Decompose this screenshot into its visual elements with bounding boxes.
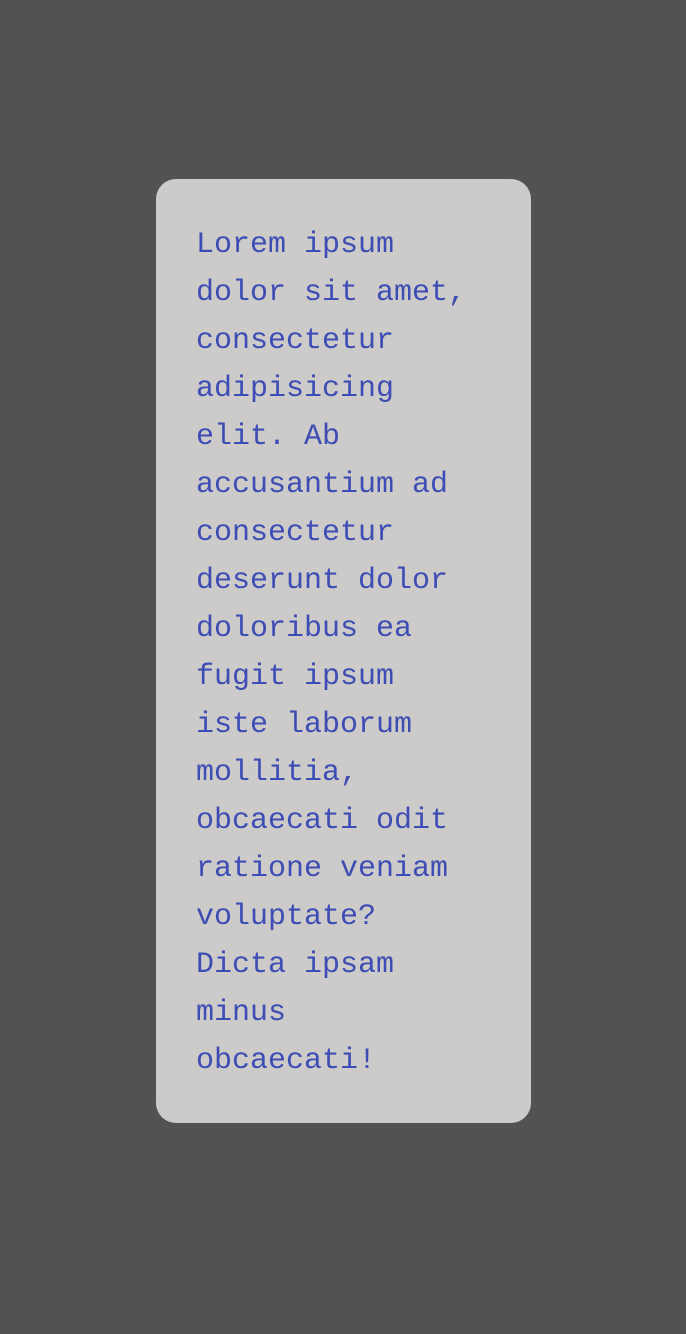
card-paragraph: Lorem ipsum dolor sit amet, consectetur … [196, 228, 467, 1078]
text-card: Lorem ipsum dolor sit amet, consectetur … [156, 179, 531, 1123]
